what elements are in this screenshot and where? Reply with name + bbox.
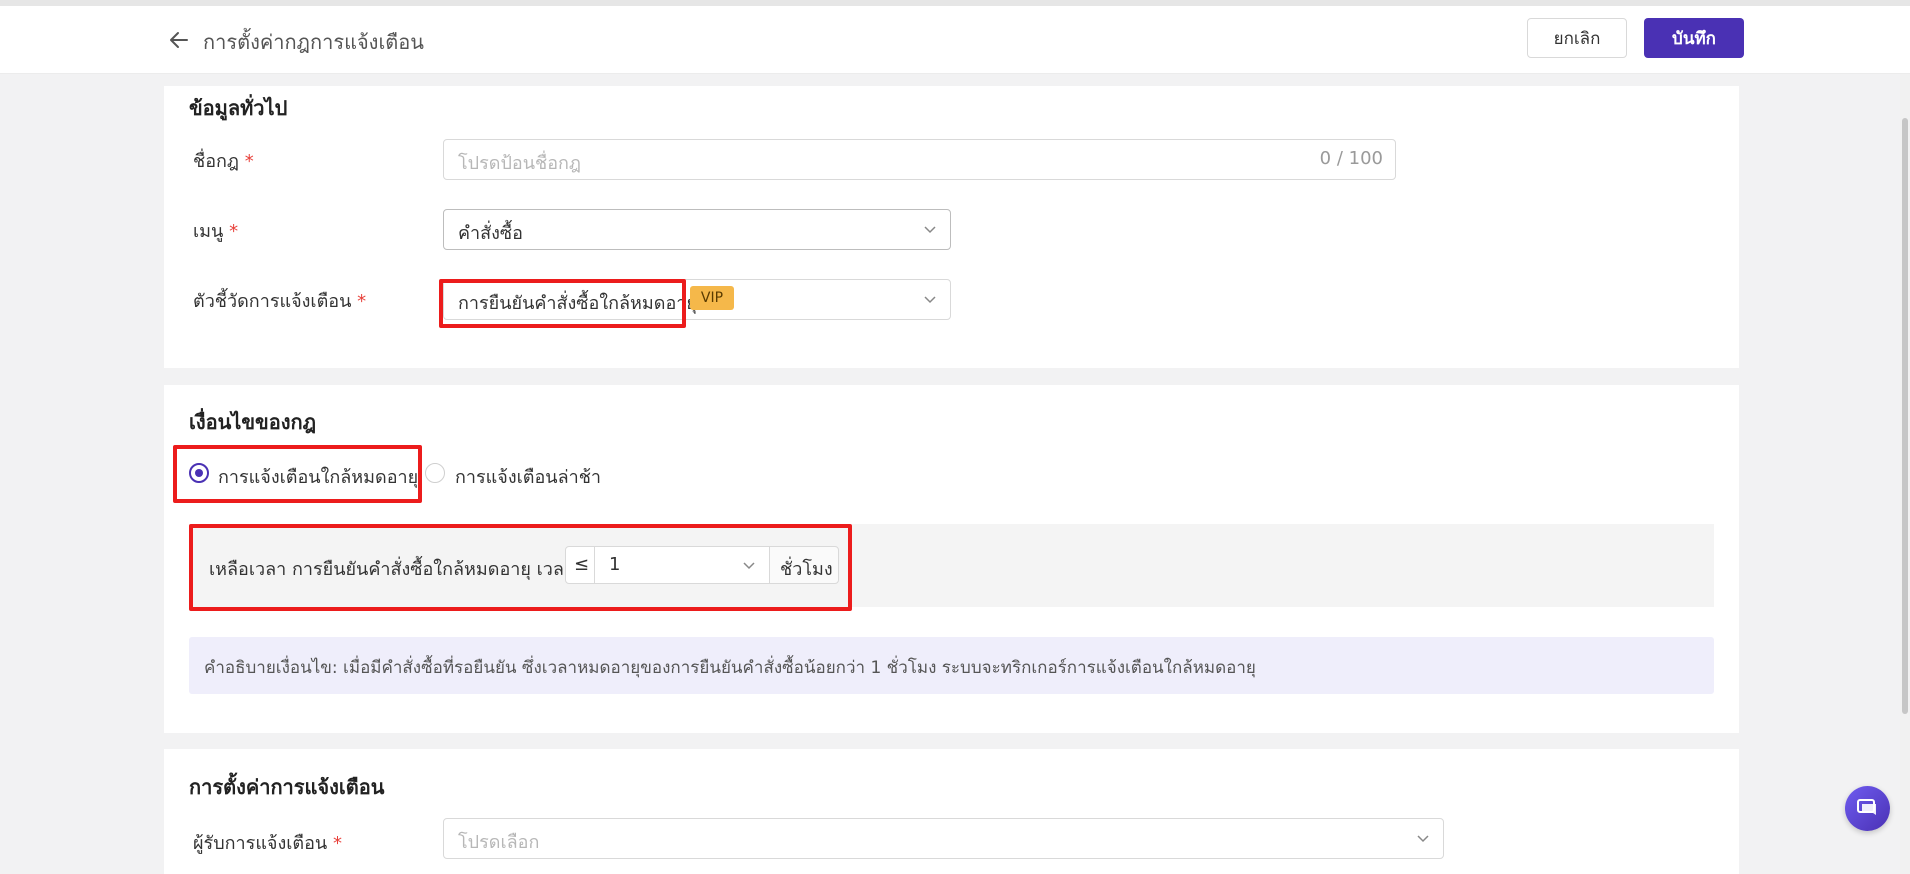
chevron-down-icon — [1417, 835, 1429, 843]
highlight-box-radio — [173, 445, 422, 503]
vip-badge: VIP — [690, 286, 734, 310]
recipient-placeholder: โปรดเลือก — [458, 832, 540, 853]
highlight-box-metric — [439, 279, 686, 328]
chevron-down-icon — [924, 226, 936, 234]
recipient-select[interactable]: โปรดเลือก — [443, 818, 1444, 859]
rule-name-placeholder: โปรดป้อนชื่อกฎ — [458, 153, 582, 174]
chat-support-button[interactable] — [1845, 786, 1890, 831]
menu-select[interactable]: คำสั่งซื้อ — [443, 209, 951, 250]
general-info-title: ข้อมูลทั่วไป — [189, 96, 288, 120]
chat-icon — [1857, 799, 1876, 815]
rule-name-counter: 0 / 100 — [1319, 148, 1383, 169]
save-button[interactable]: บันทึก — [1644, 18, 1744, 58]
rule-name-label: ชื่อกฎ * — [193, 151, 254, 172]
chevron-down-icon — [924, 296, 936, 304]
radio-delayed-alert[interactable] — [425, 463, 445, 483]
general-info-card — [164, 86, 1739, 368]
scrollbar-thumb[interactable] — [1902, 118, 1908, 714]
rule-name-input[interactable]: โปรดป้อนชื่อกฎ 0 / 100 — [443, 139, 1396, 180]
page-title: การตั้งค่ากฎการแจ้งเตือน — [203, 30, 424, 54]
cancel-button[interactable]: ยกเลิก — [1527, 18, 1627, 58]
condition-description-box: คำอธิบายเงื่อนไข: เมื่อมีคำสั่งซื้อที่รอ… — [189, 637, 1714, 694]
menu-select-value: คำสั่งซื้อ — [458, 223, 523, 244]
required-mark: * — [332, 833, 342, 854]
highlight-box-condition — [189, 524, 852, 611]
notification-settings-title: การตั้งค่าการแจ้งเตือน — [189, 775, 385, 799]
required-mark: * — [229, 221, 239, 242]
required-mark: * — [357, 291, 367, 312]
radio-delayed-label[interactable]: การแจ้งเตือนล่าช้า — [455, 462, 601, 491]
metric-label: ตัวชี้วัดการแจ้งเตือน * — [193, 291, 367, 312]
rule-conditions-title: เงื่อนไขของกฎ — [189, 410, 317, 434]
condition-description: คำอธิบายเงื่อนไข: เมื่อมีคำสั่งซื้อที่รอ… — [204, 658, 1256, 678]
required-mark: * — [244, 151, 254, 172]
page-header: การตั้งค่ากฎการแจ้งเตือน ยกเลิก บันทึก — [0, 6, 1910, 74]
back-arrow-icon[interactable] — [168, 29, 190, 51]
menu-label: เมนู * — [193, 221, 239, 242]
recipient-label: ผู้รับการแจ้งเตือน * — [193, 833, 342, 854]
